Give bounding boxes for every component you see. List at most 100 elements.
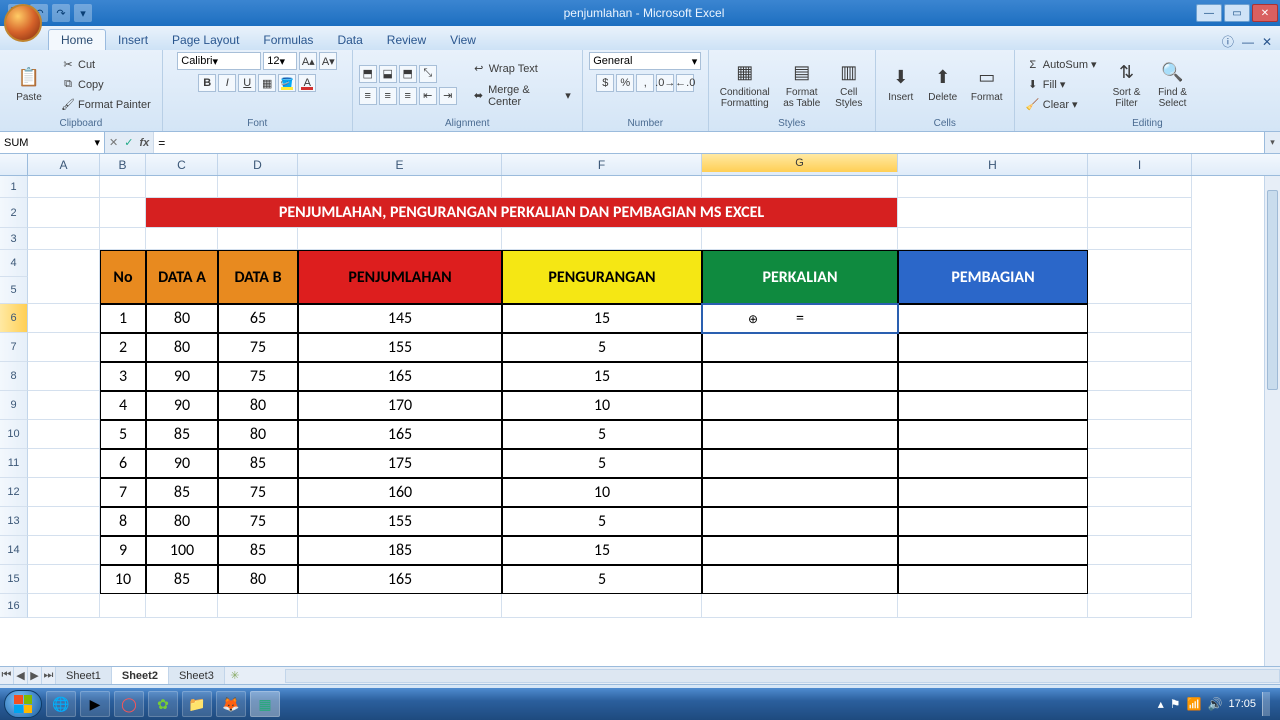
row-header[interactable]: 7 bbox=[0, 333, 28, 362]
chevron-down-icon[interactable]: ▾ bbox=[94, 136, 100, 149]
cell-data-a[interactable]: 90 bbox=[146, 362, 218, 391]
cell-div[interactable] bbox=[898, 536, 1088, 565]
cell-sub[interactable]: 5 bbox=[502, 565, 702, 594]
tray-network-icon[interactable]: 📶 bbox=[1187, 697, 1202, 711]
cell-sub[interactable]: 5 bbox=[502, 449, 702, 478]
cell-no[interactable]: 8 bbox=[100, 507, 146, 536]
align-top-button[interactable]: ⬒ bbox=[359, 65, 377, 83]
tray-volume-icon[interactable]: 🔊 bbox=[1208, 697, 1223, 711]
row-header[interactable]: 8 bbox=[0, 362, 28, 391]
show-desktop-button[interactable] bbox=[1262, 692, 1270, 716]
cell-sum[interactable]: 165 bbox=[298, 565, 502, 594]
sheet-nav-next-icon[interactable]: ▶ bbox=[28, 667, 42, 684]
cell[interactable] bbox=[898, 594, 1088, 618]
cancel-formula-icon[interactable]: ✕ bbox=[109, 136, 118, 149]
col-header-b[interactable]: B bbox=[100, 154, 146, 175]
cell-div[interactable] bbox=[898, 565, 1088, 594]
cell[interactable] bbox=[702, 594, 898, 618]
cell-no[interactable]: 3 bbox=[100, 362, 146, 391]
sheet-tab-1[interactable]: Sheet1 bbox=[56, 667, 112, 684]
cell[interactable] bbox=[1088, 391, 1192, 420]
cell[interactable] bbox=[28, 449, 100, 478]
cell-sub[interactable]: 10 bbox=[502, 391, 702, 420]
sheet-nav-prev-icon[interactable]: ◀ bbox=[14, 667, 28, 684]
cell-mul[interactable] bbox=[702, 449, 898, 478]
format-painter-button[interactable]: 🖌Format Painter bbox=[56, 96, 156, 114]
cell-no[interactable]: 7 bbox=[100, 478, 146, 507]
copy-button[interactable]: ⧉Copy bbox=[56, 76, 156, 94]
close-button[interactable]: ✕ bbox=[1252, 4, 1278, 22]
cell-sum[interactable]: 155 bbox=[298, 333, 502, 362]
tab-insert[interactable]: Insert bbox=[106, 30, 160, 50]
cell-div[interactable] bbox=[898, 333, 1088, 362]
cell[interactable] bbox=[100, 198, 146, 228]
cell-sum[interactable]: 165 bbox=[298, 362, 502, 391]
cell[interactable] bbox=[1088, 362, 1192, 391]
cell[interactable] bbox=[100, 594, 146, 618]
tab-page-layout[interactable]: Page Layout bbox=[160, 30, 251, 50]
cell[interactable] bbox=[28, 391, 100, 420]
cell[interactable] bbox=[28, 333, 100, 362]
cell[interactable] bbox=[1088, 228, 1192, 250]
cell[interactable] bbox=[1088, 250, 1192, 304]
cell-div[interactable] bbox=[898, 362, 1088, 391]
cell-data-a[interactable]: 100 bbox=[146, 536, 218, 565]
cell[interactable] bbox=[298, 176, 502, 198]
comma-button[interactable]: , bbox=[636, 74, 654, 92]
cell-sum[interactable]: 170 bbox=[298, 391, 502, 420]
cell[interactable] bbox=[1088, 536, 1192, 565]
font-size-select[interactable]: 12 ▾ bbox=[263, 52, 297, 70]
enter-formula-icon[interactable]: ✓ bbox=[124, 136, 133, 149]
cell-sum[interactable]: 145 bbox=[298, 304, 502, 333]
cut-button[interactable]: ✂Cut bbox=[56, 56, 156, 74]
cell-data-b[interactable]: 80 bbox=[218, 565, 298, 594]
cell[interactable] bbox=[1088, 333, 1192, 362]
conditional-formatting-button[interactable]: ▦Conditional Formatting bbox=[715, 59, 775, 111]
cell[interactable] bbox=[28, 420, 100, 449]
cell[interactable] bbox=[502, 176, 702, 198]
cell[interactable] bbox=[28, 594, 100, 618]
sheet-nav-last-icon[interactable]: ⏭ bbox=[42, 667, 56, 684]
cell[interactable] bbox=[28, 250, 100, 304]
font-name-select[interactable]: Calibri ▾ bbox=[177, 52, 261, 70]
taskbar-media-icon[interactable]: ▶ bbox=[80, 691, 110, 717]
cell-data-b[interactable]: 80 bbox=[218, 391, 298, 420]
cell[interactable] bbox=[898, 228, 1088, 250]
qat-dropdown-icon[interactable]: ▾ bbox=[74, 4, 92, 22]
cell-mul[interactable] bbox=[702, 391, 898, 420]
bold-button[interactable]: B bbox=[198, 74, 216, 92]
vertical-scrollbar[interactable] bbox=[1264, 176, 1280, 666]
align-left-button[interactable]: ≡ bbox=[359, 87, 377, 105]
cell-data-a[interactable]: 80 bbox=[146, 304, 218, 333]
cell-div[interactable] bbox=[898, 391, 1088, 420]
cell[interactable] bbox=[1088, 198, 1192, 228]
cell-sum[interactable]: 175 bbox=[298, 449, 502, 478]
cell[interactable] bbox=[898, 198, 1088, 228]
cell-data-a[interactable]: 80 bbox=[146, 333, 218, 362]
row-header[interactable]: 13 bbox=[0, 507, 28, 536]
find-select-button[interactable]: 🔍Find & Select bbox=[1152, 59, 1194, 111]
cell-mul[interactable] bbox=[702, 478, 898, 507]
align-center-button[interactable]: ≡ bbox=[379, 87, 397, 105]
cell-data-a[interactable]: 80 bbox=[146, 507, 218, 536]
align-middle-button[interactable]: ⬓ bbox=[379, 65, 397, 83]
cell[interactable] bbox=[28, 565, 100, 594]
col-header-i[interactable]: I bbox=[1088, 154, 1192, 175]
cell-data-b[interactable]: 75 bbox=[218, 333, 298, 362]
cell[interactable] bbox=[298, 228, 502, 250]
cell[interactable] bbox=[1088, 565, 1192, 594]
cell-no[interactable]: 6 bbox=[100, 449, 146, 478]
shrink-font-button[interactable]: A▾ bbox=[319, 52, 337, 70]
cell[interactable] bbox=[28, 304, 100, 333]
grow-font-button[interactable]: A▴ bbox=[299, 52, 317, 70]
cell[interactable] bbox=[28, 198, 100, 228]
cell[interactable] bbox=[146, 228, 218, 250]
font-color-button[interactable]: A bbox=[298, 74, 316, 92]
tab-home[interactable]: Home bbox=[48, 29, 106, 50]
sort-filter-button[interactable]: ⇅Sort & Filter bbox=[1106, 59, 1148, 111]
cell[interactable] bbox=[298, 594, 502, 618]
cell-data-a[interactable]: 85 bbox=[146, 565, 218, 594]
cell-sum[interactable]: 185 bbox=[298, 536, 502, 565]
header-pembagian[interactable]: PEMBAGIAN bbox=[898, 250, 1088, 304]
cell-data-b[interactable]: 85 bbox=[218, 449, 298, 478]
